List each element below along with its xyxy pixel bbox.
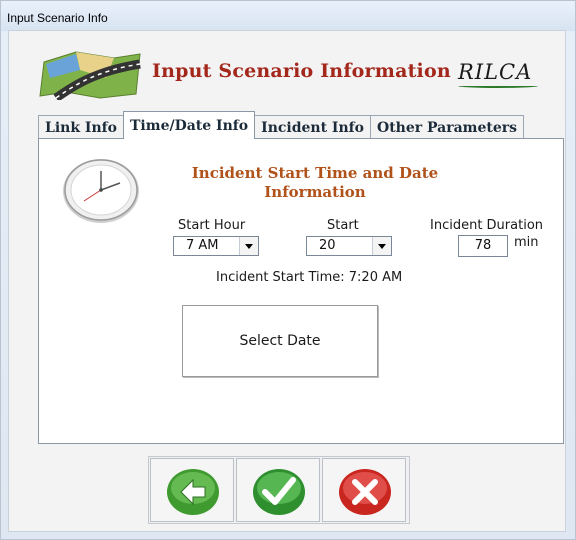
- back-button[interactable]: [150, 458, 234, 522]
- duration-input[interactable]: 78: [458, 235, 508, 257]
- title-bar[interactable]: Input Scenario Info: [1, 1, 575, 31]
- cancel-button[interactable]: [322, 458, 406, 522]
- tab-other-parameters[interactable]: Other Parameters: [370, 115, 525, 139]
- start-minute-select[interactable]: 20: [306, 236, 392, 256]
- window-title: Input Scenario Info: [7, 11, 108, 25]
- back-arrow-icon: [167, 469, 219, 515]
- tab-time-date-info[interactable]: Time/Date Info: [123, 111, 256, 139]
- section-title: Incident Start Time and Date Information: [191, 164, 439, 201]
- start-minute-label: Start: [327, 218, 359, 233]
- start-minute-value: 20: [319, 238, 336, 253]
- ok-button[interactable]: [236, 458, 320, 522]
- chevron-down-icon[interactable]: [239, 237, 258, 255]
- checkmark-icon: [253, 469, 305, 515]
- tab-strip: Link Info Time/Date Info Incident Info O…: [38, 111, 525, 139]
- duration-label: Incident Duration: [430, 218, 544, 233]
- chevron-down-icon[interactable]: [372, 237, 391, 255]
- brand-logo: RILCA: [458, 60, 533, 84]
- map-road-logo-icon: [39, 51, 141, 100]
- close-icon: [339, 469, 391, 515]
- start-time-text: Incident Start Time: 7:20 AM: [216, 270, 403, 285]
- brand-underline: [458, 84, 538, 88]
- tab-incident-info[interactable]: Incident Info: [254, 115, 372, 139]
- tab-link-info[interactable]: Link Info: [38, 115, 125, 139]
- duration-unit: min: [514, 235, 539, 250]
- clock-icon: [63, 159, 139, 223]
- start-hour-label: Start Hour: [178, 218, 246, 233]
- start-hour-value: 7 AM: [186, 238, 219, 253]
- header-title: Input Scenario Information: [152, 60, 451, 82]
- select-date-button[interactable]: Select Date: [182, 305, 378, 377]
- start-hour-select[interactable]: 7 AM: [173, 236, 259, 256]
